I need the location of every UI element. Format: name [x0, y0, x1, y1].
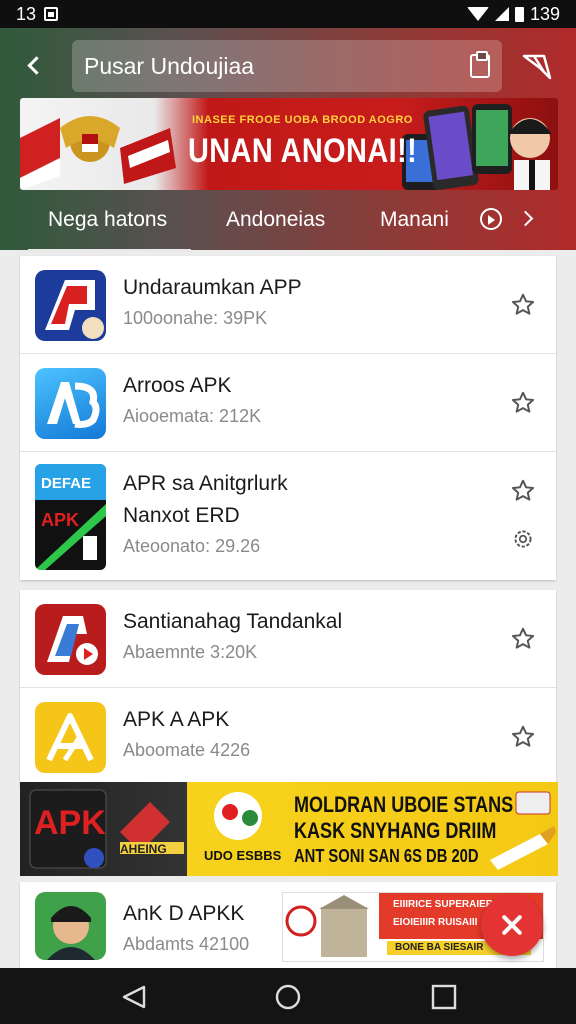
app-header: Pusar Undoujiaa INASEE FROOE UOBA BROOD … — [0, 28, 576, 252]
status-time: 13 — [16, 3, 37, 24]
app-icon — [35, 892, 106, 960]
promo-badge-text: AHEING — [120, 842, 167, 856]
star-icon[interactable] — [510, 626, 536, 652]
battery-icon — [514, 6, 524, 22]
promo-left-tag: UDO ESBBS — [204, 848, 282, 863]
mini-ad-line2: EIOIEIIIR RUISAIII — [393, 917, 478, 928]
banner-title: UNAN ANONAI!! — [188, 132, 418, 170]
play-circle-icon[interactable] — [480, 208, 502, 230]
list-item[interactable]: Arroos APK Aiooemata: 212K — [20, 354, 556, 452]
app-meta: Abaemnte 3:20K — [123, 642, 258, 662]
app-list-card-3: AnK D APKK Abdamts 42100 EIIIRICE SUPERA… — [20, 882, 556, 968]
close-icon — [499, 912, 525, 938]
wifi-icon — [466, 7, 489, 21]
status-bar: 13 139 — [0, 0, 576, 28]
app-icon — [35, 604, 106, 675]
notification-icon — [44, 7, 59, 21]
app-name: APK A APK — [123, 708, 230, 731]
app-name: Arroos APK — [123, 374, 232, 397]
app-name: AnK D APKK — [123, 902, 245, 925]
list-item[interactable]: Undaraumkan APP 100oonahe: 39PK — [20, 256, 556, 354]
tab-nega-hatons[interactable]: Nega hatons — [27, 208, 192, 252]
app-name: Santianahag Tandankal — [123, 610, 343, 633]
mini-ad-line1: EIIIRICE SUPERAIER — [393, 899, 494, 910]
promo-line2: KASK SNYHANG DRIIM — [294, 818, 497, 843]
search-query: Pusar Undoujiaa — [84, 52, 255, 79]
back-button[interactable] — [18, 50, 48, 80]
star-icon[interactable] — [510, 390, 536, 416]
clipboard-icon[interactable] — [470, 51, 490, 78]
promo-line3: ANT SONI SAN 6S DB 20D — [294, 846, 479, 866]
search-bar[interactable]: Pusar Undoujiaa — [72, 40, 502, 92]
back-arrow-icon — [26, 55, 46, 75]
tab-andoneias[interactable]: Andoneias — [226, 208, 325, 232]
app-icon-text-top: DEFAE — [41, 475, 91, 492]
list-item[interactable]: DEFAE APK APR sa Anitgrlurk Nanxot ERD A… — [20, 452, 556, 580]
promo-ad-banner[interactable]: APK AHEING UDO ESBBS MOLDRAN UBOIE STANS… — [20, 782, 558, 876]
app-list-card-2: Santianahag Tandankal Abaemnte 3:20K APK… — [20, 590, 556, 786]
app-icon — [35, 702, 106, 773]
app-name: Undaraumkan APP — [123, 276, 302, 299]
filter-icon[interactable] — [520, 52, 554, 82]
app-name-line1: APR sa Anitgrlurk — [123, 472, 288, 495]
gear-icon[interactable] — [510, 526, 536, 552]
app-icon — [35, 368, 106, 439]
list-item[interactable]: AnK D APKK Abdamts 42100 EIIIRICE SUPERA… — [20, 882, 556, 968]
list-item[interactable]: Santianahag Tandankal Abaemnte 3:20K — [20, 590, 556, 688]
banner-tagline: INASEE FROOE UOBA BROOD AOGRO — [192, 114, 413, 126]
star-icon[interactable] — [510, 478, 536, 504]
star-icon[interactable] — [510, 724, 536, 750]
nav-recents-icon[interactable] — [430, 984, 458, 1010]
system-nav-bar — [0, 968, 576, 1024]
tab-manani[interactable]: Manani — [380, 208, 449, 232]
chevron-right-icon[interactable] — [517, 210, 534, 227]
nav-back-icon[interactable] — [120, 984, 148, 1010]
promo-banner[interactable]: INASEE FROOE UOBA BROOD AOGRO UNAN ANONA… — [20, 98, 558, 190]
app-name-line2: Nanxot ERD — [123, 504, 240, 527]
app-list-card-1: Undaraumkan APP 100oonahe: 39PK Arroos A… — [20, 256, 556, 580]
app-meta: Ateoonato: 29.26 — [123, 536, 261, 556]
promo-apk-text: APK — [34, 804, 106, 842]
close-fab-button[interactable] — [481, 894, 543, 956]
star-icon[interactable] — [510, 292, 536, 318]
nav-home-icon[interactable] — [274, 984, 302, 1010]
app-meta: Aiooemata: 212K — [123, 406, 262, 426]
signal-icon — [494, 7, 509, 21]
app-icon: DEFAE APK — [35, 464, 106, 570]
app-meta: 100oonahe: 39PK — [123, 308, 268, 328]
list-item[interactable]: APK A APK Aboomate 4226 — [20, 688, 556, 786]
promo-line1: MOLDRAN UBOIE STANS — [294, 792, 514, 817]
app-meta: Abdamts 42100 — [123, 934, 250, 954]
mini-ad-button[interactable]: BONE BA SIESAIR — [395, 942, 484, 953]
app-icon-text-bottom: APK — [41, 510, 79, 530]
app-meta: Aboomate 4226 — [123, 740, 251, 760]
app-icon — [35, 270, 106, 341]
battery-text: 139 — [529, 3, 560, 24]
category-tabs: Nega hatons Andoneias Manani — [0, 194, 576, 252]
